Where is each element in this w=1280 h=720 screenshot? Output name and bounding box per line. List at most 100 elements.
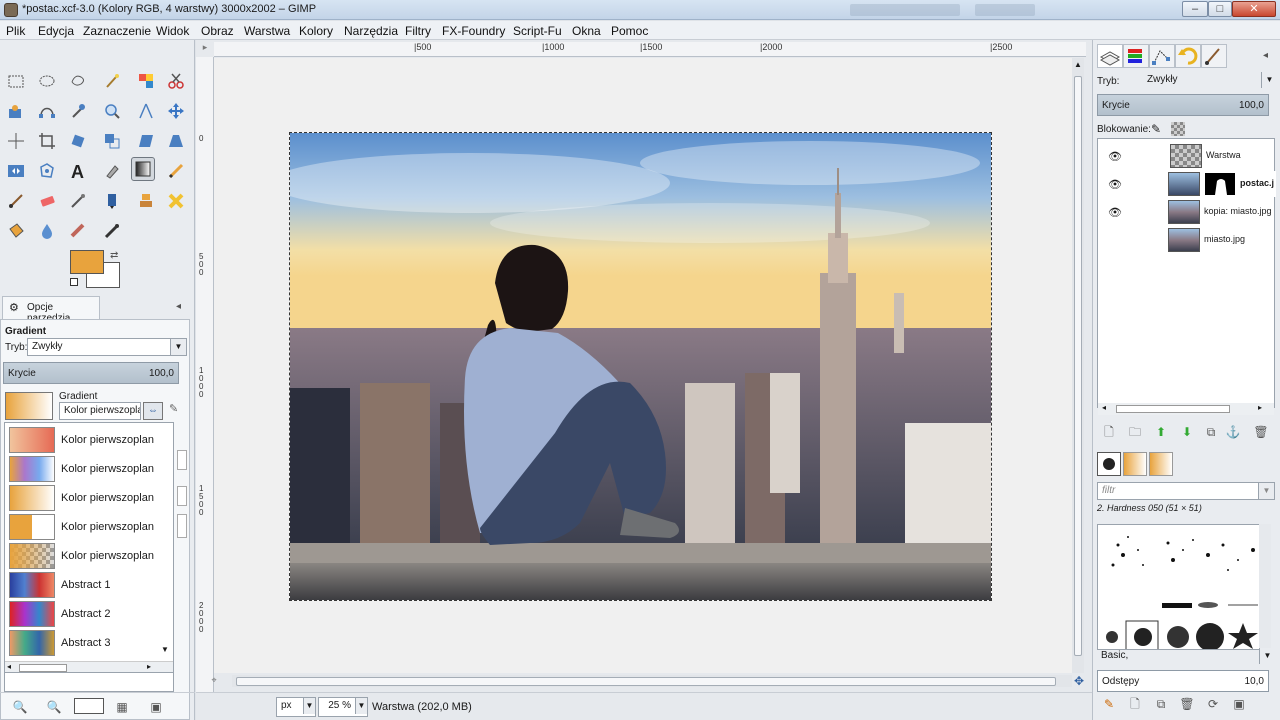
brush-preset-select[interactable]: Basic, ▼: [1097, 648, 1275, 666]
pencil-tool-icon[interactable]: [164, 159, 188, 183]
foreground-color-swatch[interactable]: [70, 250, 104, 274]
ellipse-select-tool-icon[interactable]: [35, 69, 59, 93]
zoom-select[interactable]: 25 % ▼: [318, 697, 368, 717]
brush-grid[interactable]: [1097, 524, 1269, 650]
scale-tool-icon[interactable]: [100, 129, 124, 153]
chevron-right-icon[interactable]: ▸: [1258, 403, 1262, 412]
gradient-list-item[interactable]: Abstract 2: [9, 601, 169, 627]
edit-gradient-icon[interactable]: ✎: [169, 402, 178, 415]
close-button[interactable]: ✕: [1232, 1, 1276, 17]
align-tool-icon[interactable]: [4, 129, 28, 153]
tab-channels[interactable]: [1123, 44, 1149, 68]
tab-gradients[interactable]: [1149, 452, 1173, 476]
scroll-thumb[interactable]: [1116, 405, 1230, 413]
opacity-slider[interactable]: Krycie 100,0: [3, 362, 179, 384]
duplicate-layer-icon[interactable]: ⧉: [1203, 424, 1219, 440]
lower-layer-icon[interactable]: ⬇: [1179, 424, 1195, 440]
chevron-left-icon[interactable]: ◂: [1102, 403, 1106, 412]
vertical-ruler[interactable]: 0 500 1000 1500 2000: [196, 57, 214, 693]
blur-tool-icon[interactable]: [35, 219, 59, 243]
tab-tool-options[interactable]: ⚙ Opcje narzędzia: [2, 296, 100, 324]
clone-tool-icon[interactable]: [134, 189, 158, 213]
heal-tool-icon[interactable]: [100, 159, 124, 183]
edit-brush-icon[interactable]: ✎: [1101, 696, 1117, 712]
zoom-tool-icon[interactable]: [100, 99, 124, 123]
tab-brushes-2[interactable]: [1097, 452, 1121, 476]
image-canvas[interactable]: [289, 132, 992, 601]
menu-kolory[interactable]: Kolory: [299, 24, 333, 38]
layers-hscrollbar[interactable]: ◂ ▸: [1098, 403, 1274, 415]
horizontal-scrollbar[interactable]: [232, 675, 1072, 687]
zoom-out-icon[interactable]: 🔍: [12, 699, 28, 715]
mode-select[interactable]: Zwykły ▼: [27, 338, 187, 356]
layer-mode-select[interactable]: Zwykły ▼: [1143, 72, 1277, 90]
heal-brush-tool-icon[interactable]: [100, 219, 124, 243]
hidden-option-dropdown[interactable]: [177, 514, 187, 538]
tab-paths[interactable]: [1149, 44, 1175, 68]
delete-brush-icon[interactable]: 🗑: [1179, 696, 1195, 712]
gradient-list-item[interactable]: Kolor pierwszoplan: [9, 485, 169, 511]
reverse-gradient-icon[interactable]: ⇔: [143, 402, 163, 420]
layer-row[interactable]: miasto.jpg: [1098, 227, 1276, 253]
measure-tool-icon[interactable]: [134, 99, 158, 123]
brush-grid-scrollbar[interactable]: [1259, 524, 1271, 650]
chevron-right-icon[interactable]: ▸: [147, 662, 151, 671]
layer-row[interactable]: 👁 Warstwa: [1098, 143, 1276, 169]
paintbrush-tool-icon[interactable]: [4, 189, 28, 213]
gradient-preview-button[interactable]: [5, 392, 53, 420]
free-select-tool-icon[interactable]: [66, 69, 90, 93]
lock-alpha-icon[interactable]: [1171, 122, 1185, 136]
menu-zaznaczenie[interactable]: Zaznaczenie: [83, 24, 151, 38]
duplicate-brush-icon[interactable]: ⧉: [1153, 696, 1169, 712]
zoom-in-icon[interactable]: 🔍: [46, 699, 62, 715]
eraser-tool-icon[interactable]: [35, 189, 59, 213]
menu-okna[interactable]: Okna: [572, 24, 601, 38]
menu-pomoc[interactable]: Pomoc: [611, 24, 648, 38]
eye-icon[interactable]: 👁: [1108, 206, 1122, 219]
default-colors-icon[interactable]: [70, 278, 78, 286]
raise-layer-icon[interactable]: ⬆: [1153, 424, 1169, 440]
shear-tool-icon[interactable]: [134, 129, 158, 153]
menu-script-fu[interactable]: Script-Fu: [513, 24, 562, 38]
scroll-thumb[interactable]: [1074, 76, 1082, 656]
eye-icon[interactable]: 👁: [1108, 150, 1122, 163]
tab-undo-history[interactable]: [1175, 44, 1201, 68]
layer-opacity-slider[interactable]: Krycie 100,0: [1097, 94, 1269, 116]
tab-layers[interactable]: [1097, 44, 1123, 68]
color-picker-tool-icon[interactable]: [66, 99, 90, 123]
bucket-fill-tool-icon[interactable]: [4, 219, 28, 243]
rotate-tool-icon[interactable]: [66, 129, 90, 153]
smudge-tool-icon[interactable]: [164, 189, 188, 213]
minimize-button[interactable]: –: [1182, 1, 1208, 17]
brush-spacing-slider[interactable]: Odstępy 10,0: [1097, 670, 1269, 692]
gradient-filter-field[interactable]: [4, 672, 174, 692]
brush-filter-field[interactable]: filtr ▼: [1097, 482, 1275, 500]
text-tool-icon[interactable]: A: [66, 159, 90, 183]
new-brush-icon[interactable]: 🗋: [1127, 696, 1143, 712]
tab-patterns[interactable]: [1123, 452, 1147, 476]
airbrush-tool-icon[interactable]: [66, 189, 90, 213]
paths-tool-icon[interactable]: [35, 99, 59, 123]
chevron-down-icon[interactable]: ▼: [161, 645, 169, 654]
scissors-tool-icon[interactable]: [164, 69, 188, 93]
menu-fx-foundry[interactable]: FX-Foundry: [442, 24, 505, 38]
menu-widok[interactable]: Widok: [156, 24, 189, 38]
gradient-list-item[interactable]: Kolor pierwszoplan: [9, 456, 169, 482]
perspective-tool-icon[interactable]: [164, 129, 188, 153]
swap-colors-icon[interactable]: ⇄: [110, 250, 118, 261]
navigate-icon[interactable]: ✥: [1074, 674, 1084, 688]
menu-edycja[interactable]: Edycja: [38, 24, 74, 38]
gradient-list-item[interactable]: Kolor pierwszoplan: [9, 543, 169, 569]
layer-row[interactable]: 👁 kopia: miasto.jpg: [1098, 199, 1276, 225]
blend-tool-icon[interactable]: [131, 157, 155, 181]
unit-select[interactable]: px ▼: [276, 697, 316, 717]
gradient-list-item[interactable]: Abstract 1: [9, 572, 169, 598]
hidden-option-dropdown[interactable]: [177, 450, 187, 470]
list-view-toggle[interactable]: [74, 698, 104, 714]
new-layer-group-icon[interactable]: 🗀: [1127, 424, 1143, 440]
ink-tool-icon[interactable]: [100, 189, 124, 213]
chevron-left-icon[interactable]: ◂: [7, 662, 11, 671]
select-by-color-tool-icon[interactable]: [134, 69, 158, 93]
gradient-name-field[interactable]: Kolor pierwszoplan: [59, 402, 141, 420]
eye-icon[interactable]: 👁: [1108, 178, 1122, 191]
